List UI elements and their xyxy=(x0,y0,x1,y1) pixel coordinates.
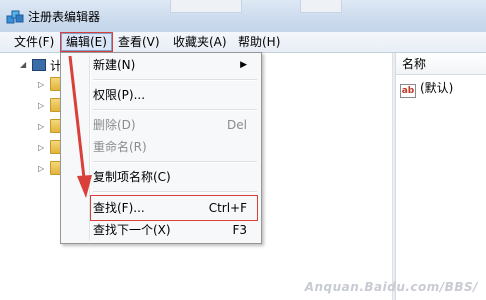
menu-item-delete-shortcut: Del xyxy=(227,118,247,132)
menu-separator xyxy=(93,161,257,163)
registry-values-pane: 名称 ab (默认) xyxy=(396,53,486,300)
value-row-default[interactable]: ab (默认) xyxy=(400,79,454,98)
tree-expand-icon[interactable]: ▷ xyxy=(38,122,44,131)
title-bar: 注册表编辑器 xyxy=(0,0,486,32)
tree-expand-icon[interactable]: ▷ xyxy=(38,101,44,110)
menu-item-find-next[interactable]: 查找下一个(X) F3 xyxy=(93,220,257,240)
menu-item-copy-key-name[interactable]: 复制项名称(C) xyxy=(93,167,257,187)
string-value-icon: ab xyxy=(400,84,416,98)
tree-expand-icon[interactable]: ▷ xyxy=(38,164,44,173)
value-name: (默认) xyxy=(420,81,454,95)
menu-item-find-next-label: 查找下一个(X) xyxy=(93,223,171,237)
menu-item-delete[interactable]: 删除(D) Del xyxy=(93,115,257,135)
menu-item-find-label: 查找(F)... xyxy=(93,201,145,215)
menu-favorites[interactable]: 收藏夹(A) xyxy=(169,34,231,50)
tree-expand-icon[interactable]: ▷ xyxy=(38,143,44,152)
menu-item-delete-label: 删除(D) xyxy=(93,118,136,132)
background-window-edge xyxy=(300,0,342,13)
menu-item-new-label: 新建(N) xyxy=(93,58,136,72)
menu-item-find-shortcut: Ctrl+F xyxy=(208,201,247,215)
background-window-edge xyxy=(170,0,242,13)
submenu-arrow-icon: ▶ xyxy=(240,60,247,70)
menu-view[interactable]: 查看(V) xyxy=(114,34,164,50)
menu-separator xyxy=(93,79,257,81)
menu-bar: 文件(F) 编辑(E) 查看(V) 收藏夹(A) 帮助(H) xyxy=(0,32,486,53)
window-title: 注册表编辑器 xyxy=(28,10,101,24)
tree-expand-icon[interactable]: ▷ xyxy=(38,80,44,89)
column-header-name[interactable]: 名称 xyxy=(396,53,486,75)
menu-item-find[interactable]: 查找(F)... Ctrl+F xyxy=(90,195,258,221)
menu-item-copy-key-name-label: 复制项名称(C) xyxy=(93,170,171,184)
menu-edit[interactable]: 编辑(E) xyxy=(60,32,113,52)
menu-item-permissions-label: 权限(P)... xyxy=(93,88,146,102)
watermark: Anquan.Baidu.com/BBS/ xyxy=(304,280,478,294)
menu-separator xyxy=(93,191,257,193)
menu-separator xyxy=(93,109,257,111)
menu-item-new[interactable]: 新建(N) ▶ xyxy=(93,55,257,75)
tree-collapse-icon[interactable]: ◢ xyxy=(20,60,26,69)
menu-item-find-next-shortcut: F3 xyxy=(232,223,247,237)
menu-item-rename-label: 重命名(R) xyxy=(93,140,147,154)
menu-item-permissions[interactable]: 权限(P)... xyxy=(93,85,257,105)
menu-file[interactable]: 文件(F) xyxy=(10,34,58,50)
menu-item-rename[interactable]: 重命名(R) xyxy=(93,137,257,157)
regedit-icon xyxy=(6,10,24,24)
computer-icon xyxy=(32,59,46,71)
edit-dropdown-menu: 新建(N) ▶ 权限(P)... 删除(D) Del 重命名(R) 复制项名称(… xyxy=(60,52,262,244)
menu-help[interactable]: 帮助(H) xyxy=(234,34,284,50)
